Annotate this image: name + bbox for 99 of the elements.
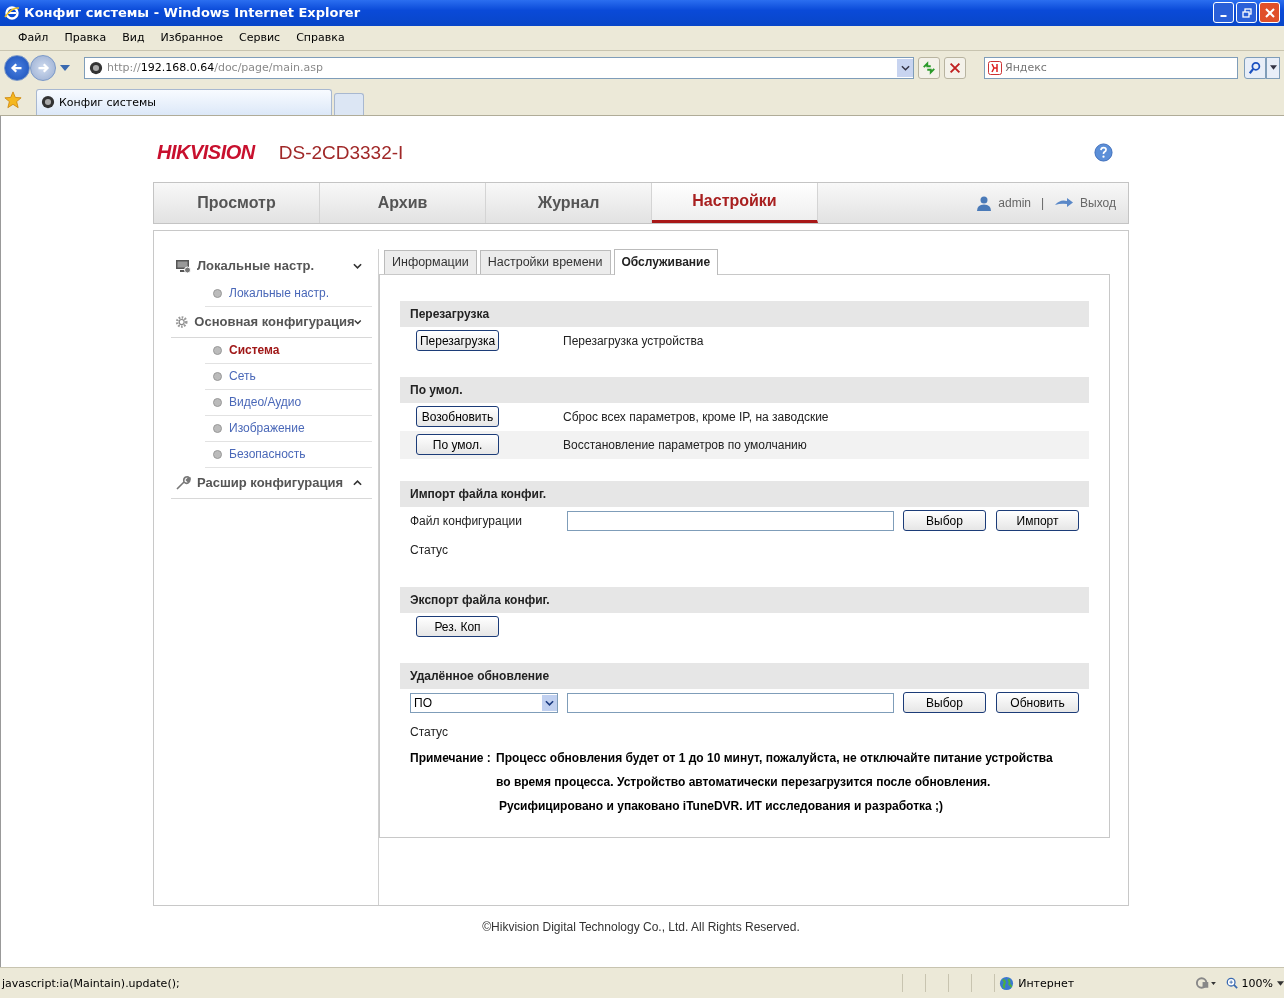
globe-icon [999, 975, 1015, 991]
refresh-icon [922, 60, 936, 75]
zoom-icon [1225, 977, 1238, 990]
monitor-icon [175, 257, 191, 274]
brand-logo: HIKVISION [157, 141, 255, 165]
action-button[interactable]: По умол. [416, 434, 499, 456]
action-button[interactable]: Обновить [996, 692, 1079, 714]
menu-item[interactable]: Справка [290, 31, 351, 45]
search-provider-icon [988, 60, 1002, 75]
nav-tab[interactable]: Просмотр [154, 182, 320, 223]
sidebar-item[interactable]: Безопасность [205, 441, 372, 468]
action-button[interactable]: Рез. Коп [416, 616, 499, 638]
stop-button[interactable] [944, 56, 966, 79]
model-name: DS-2CD3332-I [278, 141, 404, 164]
action-button[interactable]: Выбор [903, 510, 986, 532]
tab-title: Конфиг системы [59, 95, 156, 109]
sidebar-group[interactable]: Основная конфигурация [171, 306, 372, 338]
close-icon [1264, 7, 1275, 18]
camera-lens-icon [89, 60, 103, 75]
action-description: Сброс всех параметров, кроме IP, на заводские [563, 409, 829, 424]
menu-item[interactable]: Правка [58, 31, 113, 45]
search-box[interactable]: Яндекс [984, 56, 1238, 79]
section-header: Экспорт файла конфиг. [400, 586, 1089, 613]
camera-lens-icon [41, 95, 55, 110]
status-text: javascript:ia(Maintain).update(); [2, 976, 181, 990]
restore-button[interactable] [1236, 2, 1257, 24]
action-button[interactable]: Выбор [903, 692, 986, 714]
address-field[interactable]: http://192.168.0.64/doc/page/main.asp [84, 56, 914, 79]
user-icon [976, 194, 993, 211]
sidebar-group[interactable]: Локальные настр. [171, 250, 372, 281]
browser-logo-icon [4, 4, 20, 21]
help-icon[interactable] [1094, 143, 1113, 163]
window-title: Конфиг системы - Windows Internet Explorer [24, 5, 362, 21]
security-zone: Интернет [1018, 976, 1075, 990]
action-button[interactable]: Возобновить [416, 406, 499, 428]
section-header: Импорт файла конфиг. [400, 480, 1089, 507]
zoom-level[interactable]: 100% [1225, 976, 1284, 990]
gear-icon [175, 313, 189, 330]
chevron-icon[interactable] [353, 479, 362, 486]
username: admin [998, 195, 1031, 210]
chevron-icon[interactable] [353, 262, 362, 269]
action-description: Восстановление параметров по умолчанию [563, 437, 807, 452]
refresh-button[interactable] [918, 56, 940, 79]
sidebar-item[interactable]: Изображение [205, 415, 372, 442]
search-icon [1248, 60, 1262, 75]
note-text: Русифицировано и упаковано iTuneDVR. ИТ исследования и разработка ;) [499, 798, 945, 813]
action-button[interactable]: Импорт [996, 510, 1079, 532]
forward-button[interactable] [30, 54, 56, 81]
group-title: Основная конфигурация [194, 314, 355, 330]
group-title: Расшир конфигурация [197, 475, 344, 491]
back-button[interactable] [4, 54, 30, 81]
section-header: Перезагрузка [400, 300, 1089, 327]
sidebar-item[interactable]: Сеть [205, 363, 372, 390]
note-label: Примечание : [410, 750, 492, 767]
history-dropdown-icon[interactable] [60, 64, 70, 71]
section-header: Удалённое обновление [400, 662, 1089, 689]
caret-icon [1269, 65, 1277, 71]
menu-item[interactable]: Сервис [233, 31, 287, 45]
search-button[interactable] [1244, 56, 1266, 79]
copyright-text: ©Hikvision Digital Technology Co., Ltd. All Rights Reserved. [481, 919, 801, 934]
status-label: Статус [410, 724, 449, 739]
search-options-button[interactable] [1266, 56, 1280, 79]
section-header: По умол. [400, 376, 1089, 403]
note-text: Процесс обновления будет от 1 до 10 минут, пожалуйста, не отключайте питание устройства [496, 750, 1053, 765]
group-title: Локальные настр. [197, 258, 315, 274]
field-label: Файл конфигурации [410, 513, 523, 528]
sidebar-item[interactable]: Система [205, 337, 372, 364]
menu-item[interactable]: Избранное [154, 31, 230, 45]
close-button[interactable] [1259, 2, 1280, 24]
sidebar-item[interactable]: Локальные настр. [205, 280, 372, 307]
wrench-icon [175, 474, 191, 491]
file-path-field[interactable] [567, 692, 894, 713]
sub-tab[interactable]: Обслуживание [613, 248, 719, 275]
sub-tab[interactable]: Настройки времени [479, 249, 611, 274]
file-path-field[interactable] [566, 510, 894, 531]
type-dropdown[interactable]: ПО [410, 692, 559, 713]
nav-tab[interactable]: Настройки [652, 182, 818, 223]
nav-tab[interactable]: Архив [320, 182, 486, 223]
logout-link[interactable]: Выход [1080, 195, 1116, 210]
separator-text: | [1040, 195, 1045, 210]
protected-mode-icon[interactable] [1194, 976, 1216, 991]
action-button[interactable]: Перезагрузка [416, 330, 499, 352]
logout-arrow-icon[interactable] [1054, 196, 1075, 209]
sub-tab[interactable]: Информации [384, 249, 477, 274]
menu-item[interactable]: Вид [116, 31, 151, 45]
restore-icon [1241, 7, 1252, 18]
minimize-button[interactable] [1213, 2, 1234, 24]
menu-item[interactable]: Файл [12, 31, 55, 45]
caret-icon [1277, 980, 1284, 986]
sidebar-group[interactable]: Расшир конфигурация [171, 467, 372, 499]
star-icon[interactable] [4, 90, 22, 109]
chevron-icon[interactable] [354, 318, 362, 325]
sidebar-item[interactable]: Видео/Аудио [205, 389, 372, 416]
minimize-icon [1220, 14, 1227, 17]
stop-icon [948, 60, 962, 75]
browser-tab[interactable]: Конфиг системы [36, 88, 332, 115]
note-text: во время процесса. Устройство автоматически перезагрузится после обновления. [496, 774, 992, 789]
status-label: Статус [410, 542, 449, 557]
action-description: Перезагрузка устройства [563, 333, 704, 348]
